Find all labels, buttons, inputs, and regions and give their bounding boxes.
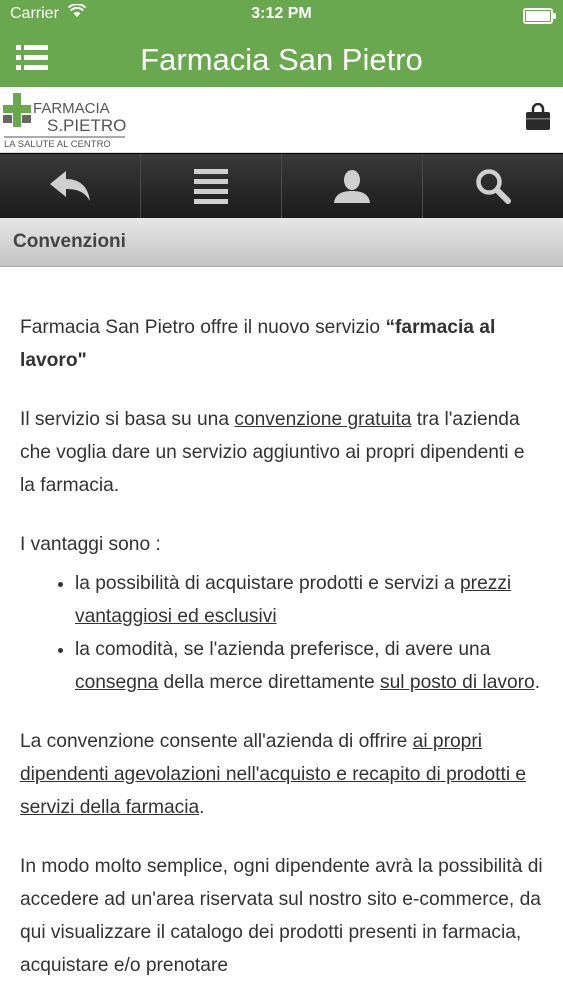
clock: 3:12 PM	[251, 5, 312, 22]
section-header: Convenzioni	[0, 218, 563, 267]
search-icon	[476, 169, 511, 204]
paragraph-agreement: La convenzione consente all'azienda di o…	[20, 731, 527, 818]
back-button[interactable]	[0, 154, 141, 218]
section-title: Convenzioni	[13, 231, 126, 252]
app-header: Carrier 3:12 PM Farmacia San Pietro	[0, 0, 563, 87]
paragraph-intro: Farmacia San Pietro offre il nuovo servi…	[20, 317, 496, 371]
list-icon	[194, 169, 228, 204]
account-button[interactable]	[282, 154, 423, 218]
user-icon	[334, 170, 370, 203]
svg-text:FARMACIA: FARMACIA	[33, 100, 110, 117]
svg-text:S.PIETRO: S.PIETRO	[47, 116, 126, 135]
back-icon	[50, 171, 90, 201]
link-free-agreement[interactable]: convenzione gratuita	[234, 409, 411, 430]
svg-text:LA SALUTE AL CENTRO: LA SALUTE AL CENTRO	[4, 139, 111, 149]
advantages-list: la possibilità di acquistare prodotti e …	[20, 567, 543, 699]
pharmacy-logo[interactable]: FARMACIA S.PIETRO LA SALUTE AL CENTRO	[3, 91, 127, 149]
paragraph-ecommerce: In modo molto semplice, ogni dipendente …	[20, 856, 543, 976]
toolbar	[0, 153, 563, 218]
paragraph-service: Il servizio si basa su una convenzione g…	[20, 409, 525, 496]
app-title: Farmacia San Pietro	[140, 42, 423, 77]
battery-icon	[523, 8, 556, 24]
shopping-bag-icon[interactable]	[525, 103, 551, 131]
navigation-bar: Farmacia San Pietro	[0, 30, 563, 87]
link-delivery[interactable]: consegna	[75, 672, 158, 693]
status-bar: Carrier 3:12 PM	[0, 0, 563, 30]
page-content: Farmacia San Pietro offre il nuovo servi…	[0, 267, 563, 982]
list-item: la possibilità di acquistare prodotti e …	[75, 567, 543, 633]
list-button[interactable]	[141, 154, 282, 218]
paragraph-advantages: I vantaggi sono :	[20, 534, 161, 555]
link-workplace[interactable]: sul posto di lavoro	[380, 672, 535, 693]
search-button[interactable]	[423, 154, 563, 218]
list-item: la comodità, se l'azienda preferisce, di…	[75, 633, 543, 699]
logo-bar: FARMACIA S.PIETRO LA SALUTE AL CENTRO	[0, 87, 563, 153]
